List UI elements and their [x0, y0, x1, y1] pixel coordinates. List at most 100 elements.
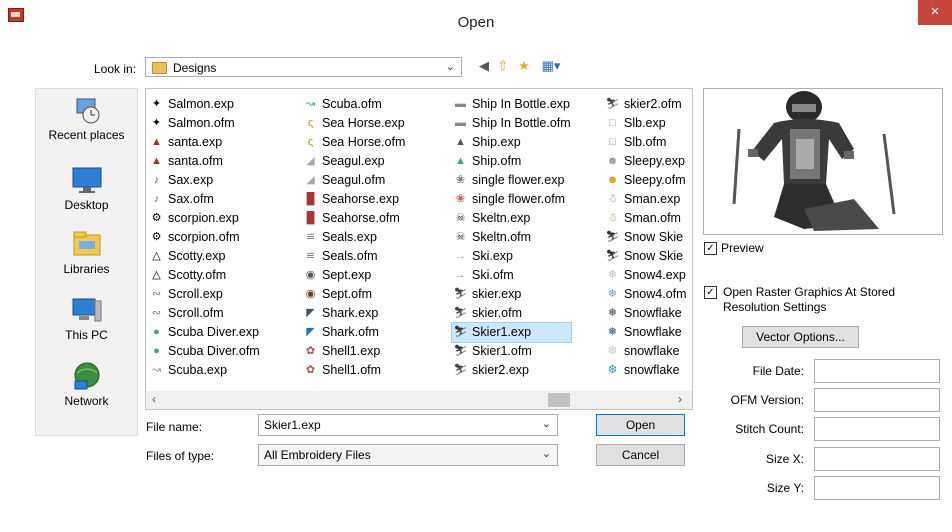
list-item[interactable]: ✿ Shell1.ofm [302, 361, 405, 380]
file-column-4: ⛷ skier2.ofm □ Slb.exp □ Slb.ofm ☻ Sleepy.ex… [604, 95, 687, 380]
list-item[interactable]: ∾ Scroll.ofm [148, 304, 260, 323]
list-item[interactable]: △ Scotty.ofm [148, 266, 260, 285]
list-item[interactable]: ◉ Sept.ofm [302, 285, 405, 304]
list-item[interactable]: ❅ Snowflake [604, 323, 687, 342]
list-item[interactable]: △ Scotty.exp [148, 247, 260, 266]
place-this-pc[interactable]: This PC [36, 295, 137, 342]
design-icon: ▲ [455, 136, 466, 148]
list-item[interactable]: ❄ Snow4.ofm [604, 285, 687, 304]
place-network[interactable]: Network [36, 361, 137, 408]
preview-image [703, 88, 943, 235]
list-item[interactable]: ☠ Skeltn.ofm [452, 228, 571, 247]
list-item[interactable]: ● Scuba Diver.ofm [148, 342, 260, 361]
list-item[interactable]: ● Scuba Diver.exp [148, 323, 260, 342]
list-item[interactable]: ☻ Sleepy.ofm [604, 171, 687, 190]
list-item[interactable]: ▲ Ship.exp [452, 133, 571, 152]
list-item[interactable]: █ Seahorse.ofm [302, 209, 405, 228]
close-button[interactable]: × [918, 0, 952, 25]
list-item[interactable]: ≌ Seals.ofm [302, 247, 405, 266]
list-item[interactable]: ς Sea Horse.ofm [302, 133, 406, 152]
design-icon: █ [306, 193, 315, 205]
list-item[interactable]: ▲ santa.exp [148, 133, 260, 152]
list-item[interactable]: ❀ single flower.ofm [452, 190, 571, 209]
list-item[interactable]: ☠ Skeltn.exp [452, 209, 571, 228]
filename-value: Skier1.exp [264, 418, 321, 432]
list-item[interactable]: ⛷ skier2.ofm [604, 95, 687, 114]
design-icon: ∾ [151, 307, 162, 319]
list-item[interactable]: ❄ Snow4.exp [604, 266, 687, 285]
open-button[interactable]: Open [596, 414, 685, 436]
raster-checkbox[interactable]: ✓ [704, 286, 717, 299]
list-item[interactable]: ⛷ Snow Skie [604, 228, 687, 247]
new-folder-icon[interactable]: ★ [516, 58, 532, 74]
list-item[interactable]: ▬ Ship In Bottle.ofm [452, 114, 571, 133]
back-icon[interactable]: ◀ [476, 58, 492, 74]
list-item[interactable]: □ Slb.ofm [604, 133, 687, 152]
place-desktop[interactable]: Desktop [36, 165, 137, 212]
file-column-1: ✦ Salmon.exp ✦ Salmon.ofm ▲ santa.exp ▲ sant… [148, 95, 260, 380]
list-item[interactable]: → Ski.exp [452, 247, 571, 266]
design-icon: ▬ [455, 117, 466, 129]
list-item[interactable]: ❆ snowflake [604, 361, 687, 380]
list-item[interactable]: ⛷ skier.ofm [452, 304, 571, 323]
list-item[interactable]: ◉ Sept.exp [302, 266, 405, 285]
preview-checkbox[interactable]: ✓ [704, 242, 717, 255]
filetype-select[interactable]: All Embroidery Files ⌄ [258, 444, 558, 466]
cancel-button[interactable]: Cancel [596, 444, 685, 466]
list-item[interactable]: ς Sea Horse.exp [302, 114, 405, 133]
list-item[interactable]: ✦ Salmon.ofm [148, 114, 260, 133]
list-item[interactable]: □ Slb.exp [604, 114, 687, 133]
list-item[interactable]: ◤ Shark.ofm [302, 323, 405, 342]
raster-label-line2: Resolution Settings [723, 300, 827, 314]
list-item[interactable]: ⛷ Snow Skie [604, 247, 687, 266]
place-recent[interactable]: Recent places [36, 95, 137, 142]
list-item[interactable]: ☃ Sman.exp [604, 190, 687, 209]
list-item[interactable]: ⛷ skier.exp [452, 285, 571, 304]
list-item[interactable]: ↝ Scuba.ofm [302, 95, 405, 114]
list-item[interactable]: ❀ single flower.exp [452, 171, 571, 190]
list-item[interactable]: ↝ Scuba.exp [148, 361, 260, 380]
list-item-selected[interactable]: ⛷ Skier1.exp [451, 322, 572, 343]
list-item[interactable]: ≌ Seals.exp [302, 228, 405, 247]
chevron-down-icon[interactable]: ⌄ [542, 417, 551, 430]
scroll-thumb[interactable] [548, 393, 570, 407]
horizontal-scrollbar[interactable]: ‹ › [146, 391, 692, 409]
list-item[interactable]: ▲ Ship.ofm [452, 152, 571, 171]
up-folder-icon[interactable]: ⇧ [495, 58, 511, 74]
list-item[interactable]: ⚙ scorpion.ofm [148, 228, 260, 247]
list-item[interactable]: ✿ Shell1.exp [302, 342, 405, 361]
place-libraries[interactable]: Libraries [36, 229, 137, 276]
file-date-field [814, 359, 940, 383]
snowflake-icon: ❄ [607, 269, 618, 281]
view-menu-icon[interactable]: ▦▾ [538, 58, 564, 74]
filename-field[interactable]: Skier1.exp ⌄ [258, 414, 558, 436]
scroll-right-icon[interactable]: › [678, 392, 682, 406]
list-item[interactable]: ⚙ scorpion.exp [148, 209, 260, 228]
list-item[interactable]: ☻ Sleepy.exp [604, 152, 687, 171]
list-item[interactable]: ❆ snowflake [604, 342, 687, 361]
list-item[interactable]: ⛷ skier2.exp [452, 361, 571, 380]
design-icon: ⛷ [453, 288, 468, 300]
list-item[interactable]: ♪ Sax.ofm [148, 190, 260, 209]
file-list[interactable]: ✦ Salmon.exp ✦ Salmon.ofm ▲ santa.exp ▲ sant… [145, 88, 693, 410]
lookin-combo[interactable]: Designs ⌄ [145, 57, 462, 77]
list-item[interactable]: ▬ Ship In Bottle.exp [452, 95, 571, 114]
design-icon: ⛷ [453, 345, 468, 357]
list-item[interactable]: ◢ Seagul.ofm [302, 171, 405, 190]
list-item[interactable]: ❅ Snowflake [604, 304, 687, 323]
list-item[interactable]: ▲ santa.ofm [148, 152, 260, 171]
list-item[interactable]: ⛷ Skier1.ofm [452, 342, 571, 361]
list-item[interactable]: ♪ Sax.exp [148, 171, 260, 190]
list-item[interactable]: ✦ Salmon.exp [148, 95, 260, 114]
list-item[interactable]: █ Seahorse.exp [302, 190, 405, 209]
list-item[interactable]: ☃ Sman.ofm [604, 209, 687, 228]
list-item[interactable]: → Ski.ofm [452, 266, 571, 285]
list-item[interactable]: ◢ Seagul.exp [302, 152, 405, 171]
vector-options-button[interactable]: Vector Options... [742, 326, 859, 348]
desktop-icon [71, 165, 103, 195]
scroll-left-icon[interactable]: ‹ [152, 392, 156, 406]
list-item[interactable]: ∾ Scroll.exp [148, 285, 260, 304]
list-item[interactable]: ◤ Shark.exp [302, 304, 405, 323]
design-icon: ◢ [306, 174, 315, 186]
design-icon: ♪ [153, 193, 160, 205]
